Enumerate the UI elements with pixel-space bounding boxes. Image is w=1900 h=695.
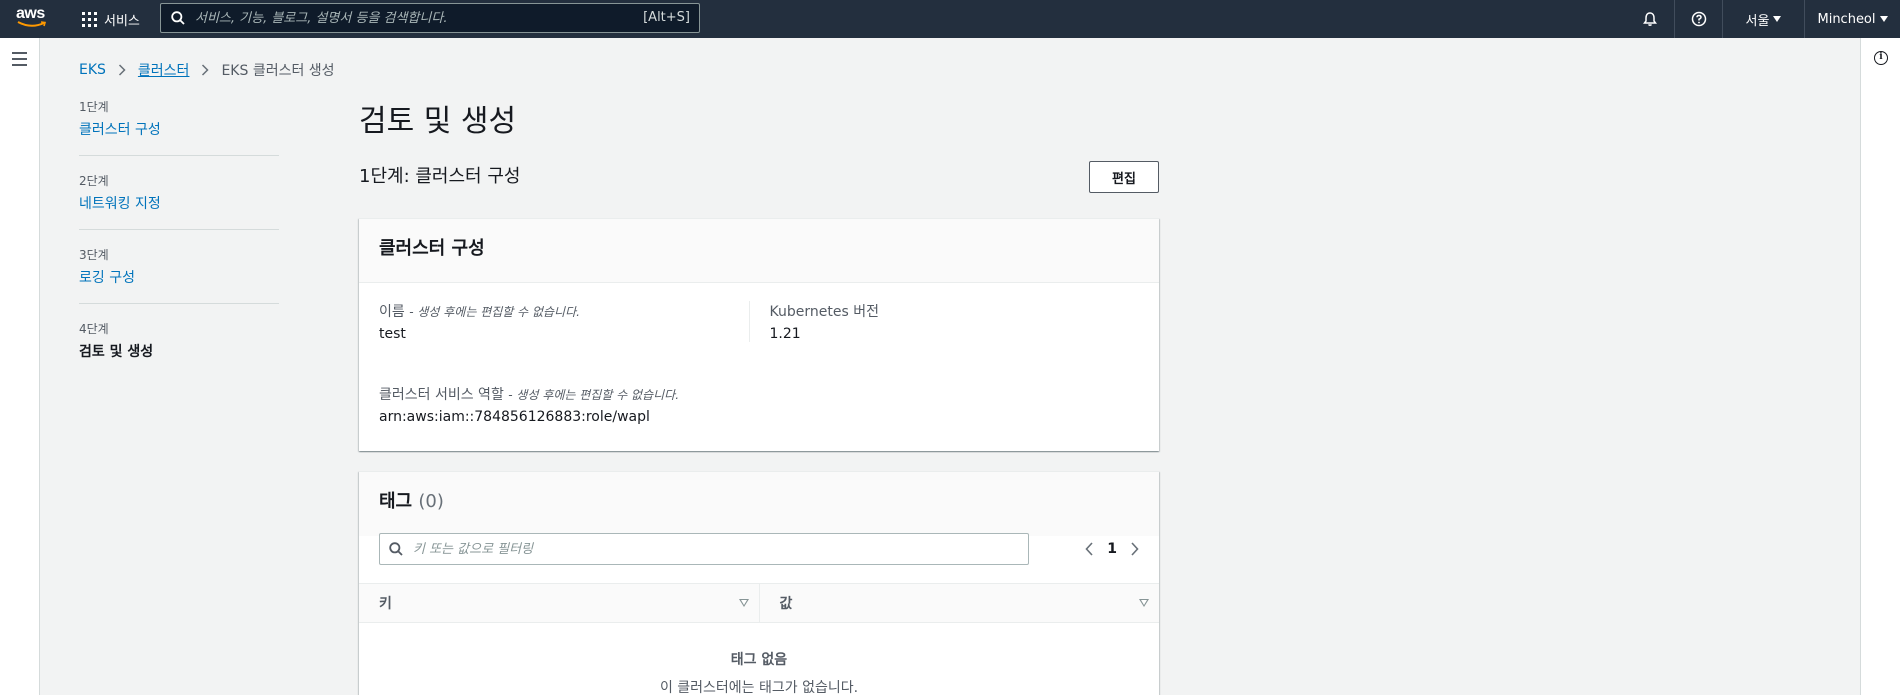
cluster-name-hint: - 생성 후에는 편집할 수 없습니다. [409, 305, 580, 319]
column-label: 값 [779, 596, 793, 612]
tags-count: (0) [418, 491, 444, 512]
sort-icon [738, 599, 749, 607]
breadcrumb-current: EKS 클러스터 생성 [221, 63, 335, 79]
tag-filter[interactable] [379, 533, 1029, 565]
kubernetes-version-value: 1.21 [769, 326, 801, 342]
card-title: 태그 (0) [379, 488, 1139, 516]
wizard-steps: 1단계 클러스터 구성 2단계 네트워킹 지정 3단계 로깅 구성 4단계 검토… [79, 98, 279, 393]
caret-down-icon [1773, 16, 1782, 22]
service-role-field: 클러스터 서비스 역할 - 생성 후에는 편집할 수 없습니다. arn:aws… [379, 384, 1139, 425]
right-rail: i [1860, 38, 1900, 695]
page-number[interactable]: 1 [1107, 541, 1117, 557]
global-search[interactable]: [Alt+S] [160, 3, 700, 33]
aws-logo[interactable]: aws [16, 6, 50, 32]
page-title: 검토 및 생성 [359, 104, 517, 139]
search-shortcut: [Alt+S] [643, 10, 690, 25]
card-header: 클러스터 구성 [359, 219, 1159, 283]
kubernetes-version-field: Kubernetes 버전 1.21 [748, 301, 1140, 342]
region-label: 서울 [1745, 13, 1770, 29]
account-menu[interactable]: Mincheol [1804, 0, 1900, 38]
column-header-key[interactable]: 키 [359, 584, 759, 622]
step-number: 4단계 [79, 322, 109, 336]
wizard-step-4: 4단계 검토 및 생성 [79, 320, 279, 377]
smile-icon [17, 21, 47, 27]
empty-description: 이 클러스터에는 태그가 없습니다. [659, 680, 859, 695]
step-link-networking[interactable]: 네트워킹 지정 [79, 193, 279, 213]
empty-state: 태그 없음 이 클러스터에는 태그가 없습니다. [359, 649, 1159, 695]
tags-title: 태그 [379, 491, 413, 512]
left-rail [0, 38, 40, 695]
empty-title: 태그 없음 [730, 652, 788, 668]
field-label: 이름 - 생성 후에는 편집할 수 없습니다. [379, 301, 749, 321]
wizard-step-1: 1단계 클러스터 구성 [79, 98, 279, 156]
caret-down-icon [1879, 16, 1888, 22]
step-link-logging[interactable]: 로깅 구성 [79, 267, 279, 287]
step-current-review: 검토 및 생성 [79, 344, 154, 360]
help-icon [1691, 11, 1706, 27]
top-navigation: aws 서비스 [Alt+S] [0, 0, 1900, 38]
service-role-value: arn:aws:iam::784856126883:role/wapl [379, 409, 650, 425]
tags-table-header: 키 값 [359, 583, 1159, 623]
chevron-right-icon [1131, 542, 1139, 556]
card-header: 태그 (0) [359, 472, 1159, 536]
wizard-step-2: 2단계 네트워킹 지정 [79, 172, 279, 230]
search-icon [389, 542, 403, 556]
notifications-button[interactable] [1626, 0, 1674, 38]
kv-row: 이름 - 생성 후에는 편집할 수 없습니다. test Kubernetes … [359, 283, 1159, 342]
nav-right-group: 서울 Mincheol [1626, 0, 1900, 38]
card-title: 클러스터 구성 [379, 238, 485, 259]
service-role-label: 클러스터 서비스 역할 [379, 387, 504, 403]
chevron-left-icon [1085, 542, 1093, 556]
services-menu-button[interactable]: 서비스 [82, 0, 140, 38]
tags-card: 태그 (0) 1 키 값 [359, 471, 1159, 695]
step-number: 3단계 [79, 248, 109, 262]
help-button[interactable] [1674, 0, 1722, 38]
region-selector[interactable]: 서울 [1722, 0, 1804, 38]
breadcrumb: EKS 클러스터 EKS 클러스터 생성 [79, 60, 335, 80]
cluster-name-value: test [379, 326, 406, 342]
menu-icon[interactable] [12, 52, 27, 70]
aws-logo-text: aws [16, 5, 45, 22]
next-page-button[interactable] [1131, 542, 1139, 556]
account-label: Mincheol [1817, 11, 1876, 27]
section-title: 1단계: 클러스터 구성 [359, 166, 521, 187]
step-link-configure-cluster[interactable]: 클러스터 구성 [79, 119, 279, 139]
service-role-hint: - 생성 후에는 편집할 수 없습니다. [508, 388, 680, 402]
step-number: 2단계 [79, 174, 109, 188]
chevron-right-icon [118, 64, 126, 76]
tag-filter-input[interactable] [413, 541, 1013, 557]
edit-button[interactable]: 편집 [1089, 161, 1159, 193]
cluster-name-label: 이름 [379, 304, 405, 320]
services-label: 서비스 [104, 13, 140, 29]
filter-row: 1 [379, 533, 1139, 565]
breadcrumb-link-clusters[interactable]: 클러스터 [138, 60, 190, 80]
wizard-step-3: 3단계 로깅 구성 [79, 246, 279, 304]
global-search-input[interactable] [195, 10, 615, 26]
field-label: 클러스터 서비스 역할 - 생성 후에는 편집할 수 없습니다. [379, 384, 1139, 404]
pagination: 1 [1085, 533, 1139, 565]
kv-row: 클러스터 서비스 역할 - 생성 후에는 편집할 수 없습니다. arn:aws… [359, 342, 1159, 425]
cluster-name-field: 이름 - 생성 후에는 편집할 수 없습니다. test [379, 301, 749, 342]
cluster-config-card: 클러스터 구성 이름 - 생성 후에는 편집할 수 없습니다. test Kub… [359, 218, 1159, 451]
chevron-right-icon [202, 64, 210, 76]
column-header-value[interactable]: 값 [758, 584, 1160, 622]
step-number: 1단계 [79, 100, 109, 114]
breadcrumb-link-eks[interactable]: EKS [79, 62, 106, 78]
sort-icon [1139, 599, 1149, 607]
previous-page-button[interactable] [1085, 542, 1093, 556]
search-icon [171, 11, 185, 25]
info-icon[interactable]: i [1874, 51, 1888, 65]
column-label: 키 [379, 596, 392, 612]
bell-icon [1643, 12, 1657, 26]
kubernetes-version-label: Kubernetes 버전 [769, 304, 879, 320]
grid-icon [82, 11, 97, 27]
